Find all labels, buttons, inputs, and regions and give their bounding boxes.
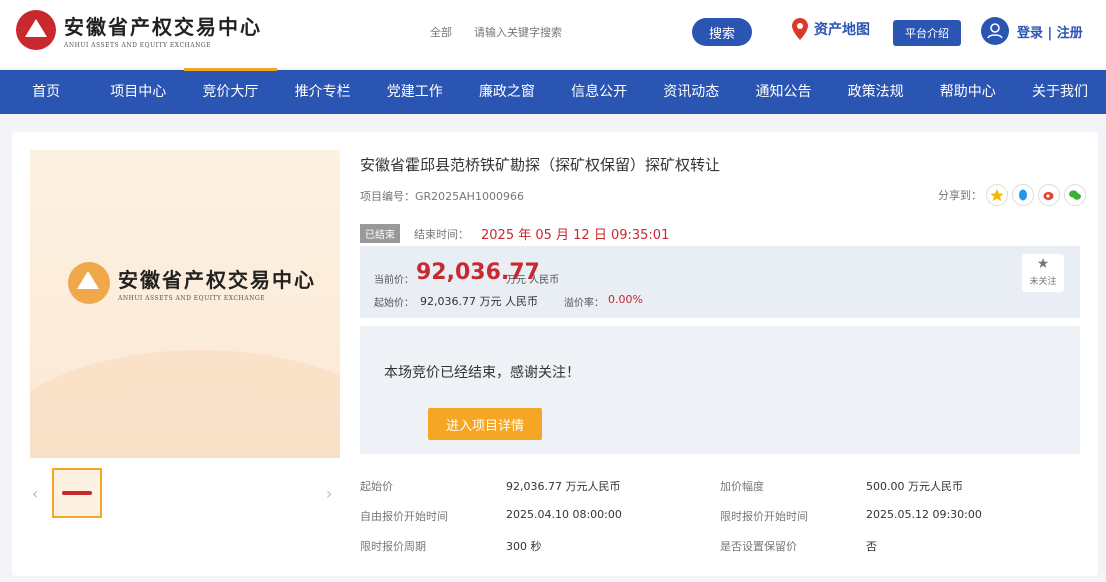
info-label: 加价幅度 (720, 480, 764, 493)
chevron-right-icon[interactable]: › (326, 484, 332, 503)
weibo-icon[interactable] (1038, 184, 1060, 206)
share-label: 分享到： (938, 189, 982, 202)
nav-item[interactable]: 首页 (0, 70, 92, 114)
site-header: 安徽省产权交易中心 ANHUI ASSETS AND EQUITY EXCHAN… (0, 0, 1106, 68)
nav-item[interactable]: 帮助中心 (922, 70, 1014, 114)
info-value: 300 秒 (506, 540, 542, 553)
logo-emblem-icon (16, 10, 56, 50)
status-badge: 已结束 (360, 224, 400, 243)
image-logo-name-en: ANHUI ASSETS AND EQUITY EXCHANGE (118, 295, 266, 302)
star-icon: ★ (1036, 256, 1050, 272)
search-button[interactable]: 搜索 (692, 18, 752, 46)
image-logo-name-cn: 安徽省产权交易中心 (118, 268, 316, 292)
info-label: 是否设置保留价 (720, 540, 797, 553)
auction-ended-panel: 本场竞价已经结束，感谢关注！ 进入项目详情 (360, 326, 1080, 454)
auction-ended-message: 本场竞价已经结束，感谢关注！ (384, 365, 580, 381)
project-image: 安徽省产权交易中心 ANHUI ASSETS AND EQUITY EXCHAN… (30, 150, 340, 458)
thumbnail-carousel: ‹ › (30, 466, 340, 520)
share-bar: 分享到： (938, 184, 1086, 206)
start-price-label: 起始价： (374, 298, 414, 309)
follow-button[interactable]: ★ 未关注 (1022, 254, 1064, 292)
image-logo-emblem-icon (68, 262, 110, 304)
info-label: 自由报价开始时间 (360, 510, 448, 523)
nav-item[interactable]: 信息公开 (553, 70, 645, 114)
nav-item[interactable]: 项目中心 (92, 70, 184, 114)
nav-item[interactable]: 党建工作 (369, 70, 461, 114)
nav-item[interactable]: 竞价大厅 (184, 68, 277, 114)
current-price-unit: 万元 人民币 (506, 275, 560, 286)
qq-icon[interactable] (1012, 184, 1034, 206)
login-register-link[interactable]: 登录 | 注册 (1017, 22, 1083, 41)
info-label: 限时报价周期 (360, 540, 426, 553)
qzone-icon[interactable] (986, 184, 1008, 206)
nav-item[interactable]: 推介专栏 (277, 70, 369, 114)
asset-map-link[interactable]: 资产地图 (792, 18, 870, 40)
project-number: 项目编号：GR2025AH1000966 (360, 188, 524, 204)
info-label: 起始价 (360, 480, 393, 493)
logo-name-cn: 安徽省产权交易中心 (64, 15, 262, 39)
follow-label: 未关注 (1029, 277, 1057, 287)
search-bar: 全部 搜索 (430, 16, 752, 48)
end-time-label: 结束时间： (414, 227, 469, 241)
project-title: 安徽省霍邱县范桥铁矿勘探（探矿权保留）探矿权转让 (360, 156, 721, 174)
auction-detail-card: 安徽省产权交易中心 ANHUI ASSETS AND EQUITY EXCHAN… (12, 132, 1098, 576)
price-panel: 当前价： 92,036.77 万元 人民币 起始价： 92,036.77 万元 … (360, 246, 1080, 318)
search-category-select[interactable]: 全部 (430, 24, 474, 40)
logo-name-en: ANHUI ASSETS AND EQUITY EXCHANGE (64, 42, 212, 49)
map-pin-icon (792, 18, 808, 40)
platform-intro-button[interactable]: 平台介绍 (893, 20, 961, 46)
thumbnail-item[interactable] (52, 468, 102, 518)
thumbnail-logo (62, 491, 92, 495)
user-area: 登录 | 注册 (981, 17, 1083, 45)
premium-rate-label: 溢价率： (564, 298, 604, 309)
nav-item[interactable]: 廉政之窗 (461, 70, 553, 114)
asset-map-label: 资产地图 (814, 22, 870, 38)
main-nav: 首页 项目中心 竞价大厅 推介专栏 党建工作 廉政之窗 信息公开 资讯动态 通知公告 政策法规 帮助… (0, 68, 1106, 114)
project-number-label: 项目编号： (360, 190, 415, 203)
image-wave-decoration (30, 350, 340, 458)
project-detail-button[interactable]: 进入项目详情 (428, 408, 542, 440)
auction-status-row: 已结束 结束时间： 2025 年 05 月 12 日 09:35:01 (360, 224, 669, 243)
image-logo: 安徽省产权交易中心 ANHUI ASSETS AND EQUITY EXCHAN… (68, 262, 316, 304)
start-price-value: 92,036.77 万元 人民币 (420, 295, 538, 308)
wechat-icon[interactable] (1064, 184, 1086, 206)
info-value: 否 (866, 540, 877, 553)
nav-item[interactable]: 通知公告 (737, 70, 829, 114)
info-value: 92,036.77 万元人民币 (506, 480, 621, 493)
nav-item[interactable]: 关于我们 (1014, 70, 1106, 114)
nav-item[interactable]: 资讯动态 (645, 70, 737, 114)
chevron-left-icon[interactable]: ‹ (32, 484, 38, 503)
info-value: 500.00 万元人民币 (866, 480, 963, 493)
project-number-value: GR2025AH1000966 (415, 190, 524, 203)
info-value: 2025.05.12 09:30:00 (866, 508, 982, 521)
nav-item[interactable]: 政策法规 (830, 70, 922, 114)
site-logo[interactable]: 安徽省产权交易中心 ANHUI ASSETS AND EQUITY EXCHAN… (16, 10, 262, 50)
info-value: 2025.04.10 08:00:00 (506, 508, 622, 521)
end-time-value: 2025 年 05 月 12 日 09:35:01 (481, 228, 670, 243)
info-label: 限时报价开始时间 (720, 510, 808, 523)
user-icon[interactable] (981, 17, 1009, 45)
current-price-label: 当前价： (374, 275, 414, 286)
premium-rate-value: 0.00% (608, 293, 643, 306)
search-input[interactable] (474, 17, 674, 47)
